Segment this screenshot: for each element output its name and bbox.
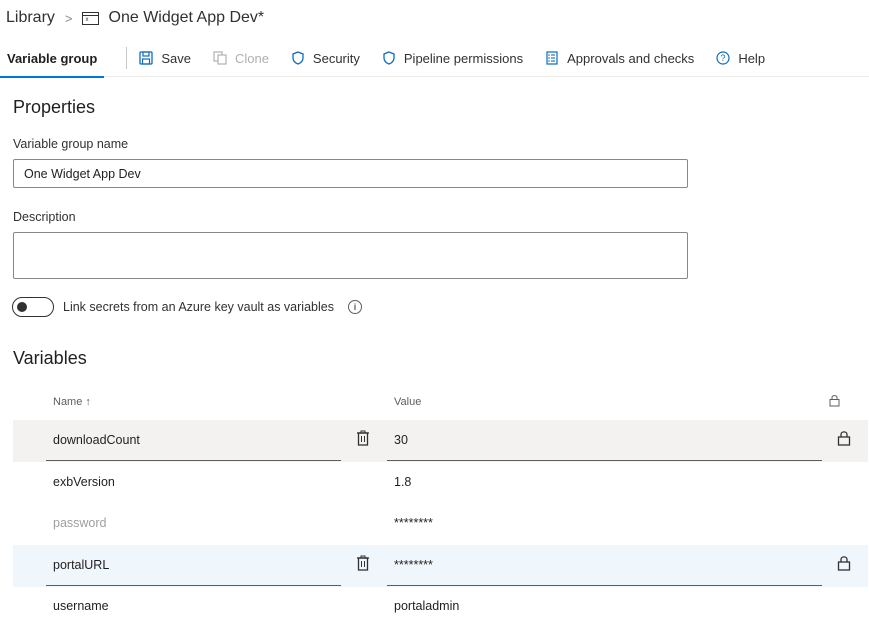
lock-toggle-icon[interactable]	[837, 430, 851, 446]
properties-heading: Properties	[13, 97, 96, 117]
name-input-underline	[46, 460, 341, 461]
variable-value-secret[interactable]: ********	[394, 516, 433, 530]
variables-heading: Variables	[13, 348, 87, 368]
save-button[interactable]: Save	[139, 40, 191, 77]
table-row[interactable]: portalURL ********	[13, 545, 868, 587]
variable-name[interactable]: exbVersion	[53, 475, 115, 489]
column-header-name[interactable]: Name ↑	[53, 396, 91, 408]
toolbar: Variable group Save Clone Security Pipel…	[0, 40, 869, 78]
description-label: Description	[13, 210, 76, 224]
key-vault-toggle[interactable]	[12, 297, 54, 317]
variable-value[interactable]: 1.8	[394, 475, 411, 489]
save-icon	[139, 51, 153, 65]
column-name-label: Name	[53, 396, 83, 408]
toolbar-divider	[126, 47, 128, 69]
shield-icon	[291, 51, 305, 65]
table-row[interactable]: downloadCount 30	[13, 420, 868, 462]
variable-group-name-input[interactable]: One Widget App Dev	[13, 159, 688, 188]
help-icon: ?	[716, 51, 730, 65]
save-label: Save	[161, 50, 191, 66]
clone-label: Clone	[234, 50, 269, 66]
variable-value[interactable]: portaladmin	[394, 599, 459, 613]
page-title: One Widget App Dev*	[108, 9, 265, 26]
clone-button[interactable]: Clone	[213, 40, 269, 77]
key-vault-toggle-label: Link secrets from an Azure key vault as …	[63, 300, 334, 314]
svg-text:?: ?	[721, 53, 726, 63]
variable-group-name-label: Variable group name	[13, 137, 129, 151]
table-row[interactable]: exbVersion 1.8	[13, 462, 868, 504]
help-label: Help	[738, 50, 766, 66]
delete-icon[interactable]	[356, 430, 370, 446]
description-input[interactable]	[13, 232, 688, 279]
security-button[interactable]: Security	[291, 40, 360, 77]
variable-name[interactable]: username	[53, 599, 109, 613]
pipeline-permissions-button[interactable]: Pipeline permissions	[382, 40, 523, 77]
variable-name[interactable]: portalURL	[53, 558, 109, 572]
checklist-icon	[545, 51, 559, 65]
variable-value-secret[interactable]: ********	[394, 558, 433, 572]
lock-toggle-icon[interactable]	[837, 555, 851, 571]
table-row[interactable]: username portaladmin	[13, 586, 868, 623]
approvals-label: Approvals and checks	[567, 50, 695, 66]
column-header-value: Value	[394, 396, 422, 408]
variable-name[interactable]: downloadCount	[53, 433, 140, 447]
delete-icon[interactable]	[356, 555, 370, 571]
variables-table-header: Name ↑ Value	[13, 392, 868, 414]
breadcrumb-library-link[interactable]: Library	[6, 9, 55, 27]
clone-icon	[213, 51, 227, 65]
variable-name[interactable]: password	[53, 516, 107, 530]
table-row[interactable]: password ********	[13, 503, 868, 545]
key-vault-toggle-row: Link secrets from an Azure key vault as …	[12, 297, 362, 317]
variable-value[interactable]: 30	[394, 433, 408, 447]
security-label: Security	[312, 50, 360, 66]
pipeline-permissions-label: Pipeline permissions	[403, 50, 524, 66]
toggle-knob	[17, 302, 27, 312]
variable-group-icon: x	[81, 11, 99, 25]
breadcrumb: Library > x One Widget App Dev*	[6, 6, 264, 30]
breadcrumb-separator: >	[64, 10, 73, 26]
tab-variable-group[interactable]: Variable group	[0, 41, 105, 78]
help-button[interactable]: ? Help	[716, 40, 765, 77]
value-input-underline	[387, 460, 822, 461]
info-icon[interactable]: i	[347, 300, 362, 314]
sort-ascending-icon: ↑	[85, 396, 91, 408]
shield-icon	[382, 51, 396, 65]
approvals-and-checks-button[interactable]: Approvals and checks	[545, 40, 694, 77]
lock-column-icon	[829, 394, 840, 407]
